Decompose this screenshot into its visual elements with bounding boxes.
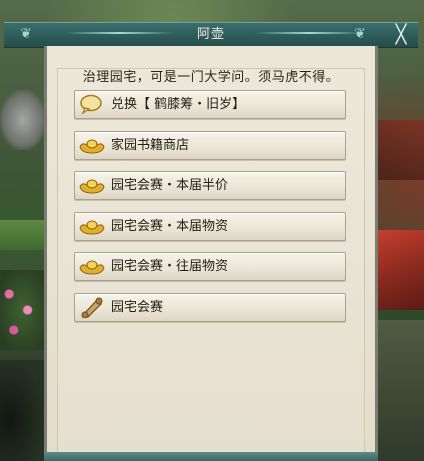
background-building	[378, 120, 424, 180]
option-contest-button[interactable]: 园宅会赛	[74, 292, 346, 322]
option-exchange-button[interactable]: 兑换【 鹤膝筹・旧岁】	[74, 90, 346, 119]
option-label: 兑换【 鹤膝筹・旧岁】	[111, 97, 246, 112]
option-contest-past-supplies-button[interactable]: 园宅会赛・往届物资	[74, 252, 346, 281]
option-book-shop-button[interactable]: 家园书籍商店	[74, 130, 346, 160]
background-grass	[0, 220, 48, 250]
gold-ingot-icon	[78, 215, 106, 237]
npc-speech-text: 治理园宅，可是一门大学问。须马虎不得。	[82, 70, 340, 85]
speech-bubble-icon	[78, 93, 106, 115]
background-red-roof	[378, 230, 424, 310]
option-label: 园宅会赛	[111, 299, 164, 315]
option-contest-current-supplies-button[interactable]: 园宅会赛・本届物资	[74, 211, 346, 241]
background-flowers	[0, 270, 46, 350]
option-list: 兑换【 鹤膝筹・旧岁】 家园书籍商店 园宅会赛・本届半价 园宅会赛・本届物资 园…	[74, 90, 346, 333]
gold-ingot-icon	[78, 134, 106, 156]
scroll-icon	[78, 296, 106, 318]
dialog-bottom-edge	[44, 452, 378, 461]
dialog-title: 阿壶	[196, 27, 225, 42]
background-shadow	[0, 360, 46, 461]
option-label: 园宅会赛・本届物资	[111, 218, 229, 234]
background-rock	[0, 90, 46, 150]
close-icon[interactable]: ╳	[390, 25, 412, 45]
background-ground	[378, 320, 424, 461]
gold-ingot-icon	[78, 174, 106, 196]
dialog-title-bar[interactable]: ❦ ❦ 阿壶 ╳	[4, 22, 418, 48]
npc-dialog: ❦ ❦ 阿壶 ╳ 治理园宅，可是一门大学问。须马虎不得。 兑换【 鹤膝筹・旧岁】	[4, 22, 418, 461]
option-label: 家园书籍商店	[111, 137, 190, 153]
gold-ingot-icon	[78, 255, 106, 277]
option-label: 园宅会赛・本届半价	[111, 178, 229, 193]
option-contest-half-price-button[interactable]: 园宅会赛・本届半价	[74, 171, 346, 200]
option-label: 园宅会赛・往届物资	[111, 259, 229, 274]
game-scene: ❦ ❦ 阿壶 ╳ 治理园宅，可是一门大学问。须马虎不得。 兑换【 鹤膝筹・旧岁】	[0, 0, 424, 461]
